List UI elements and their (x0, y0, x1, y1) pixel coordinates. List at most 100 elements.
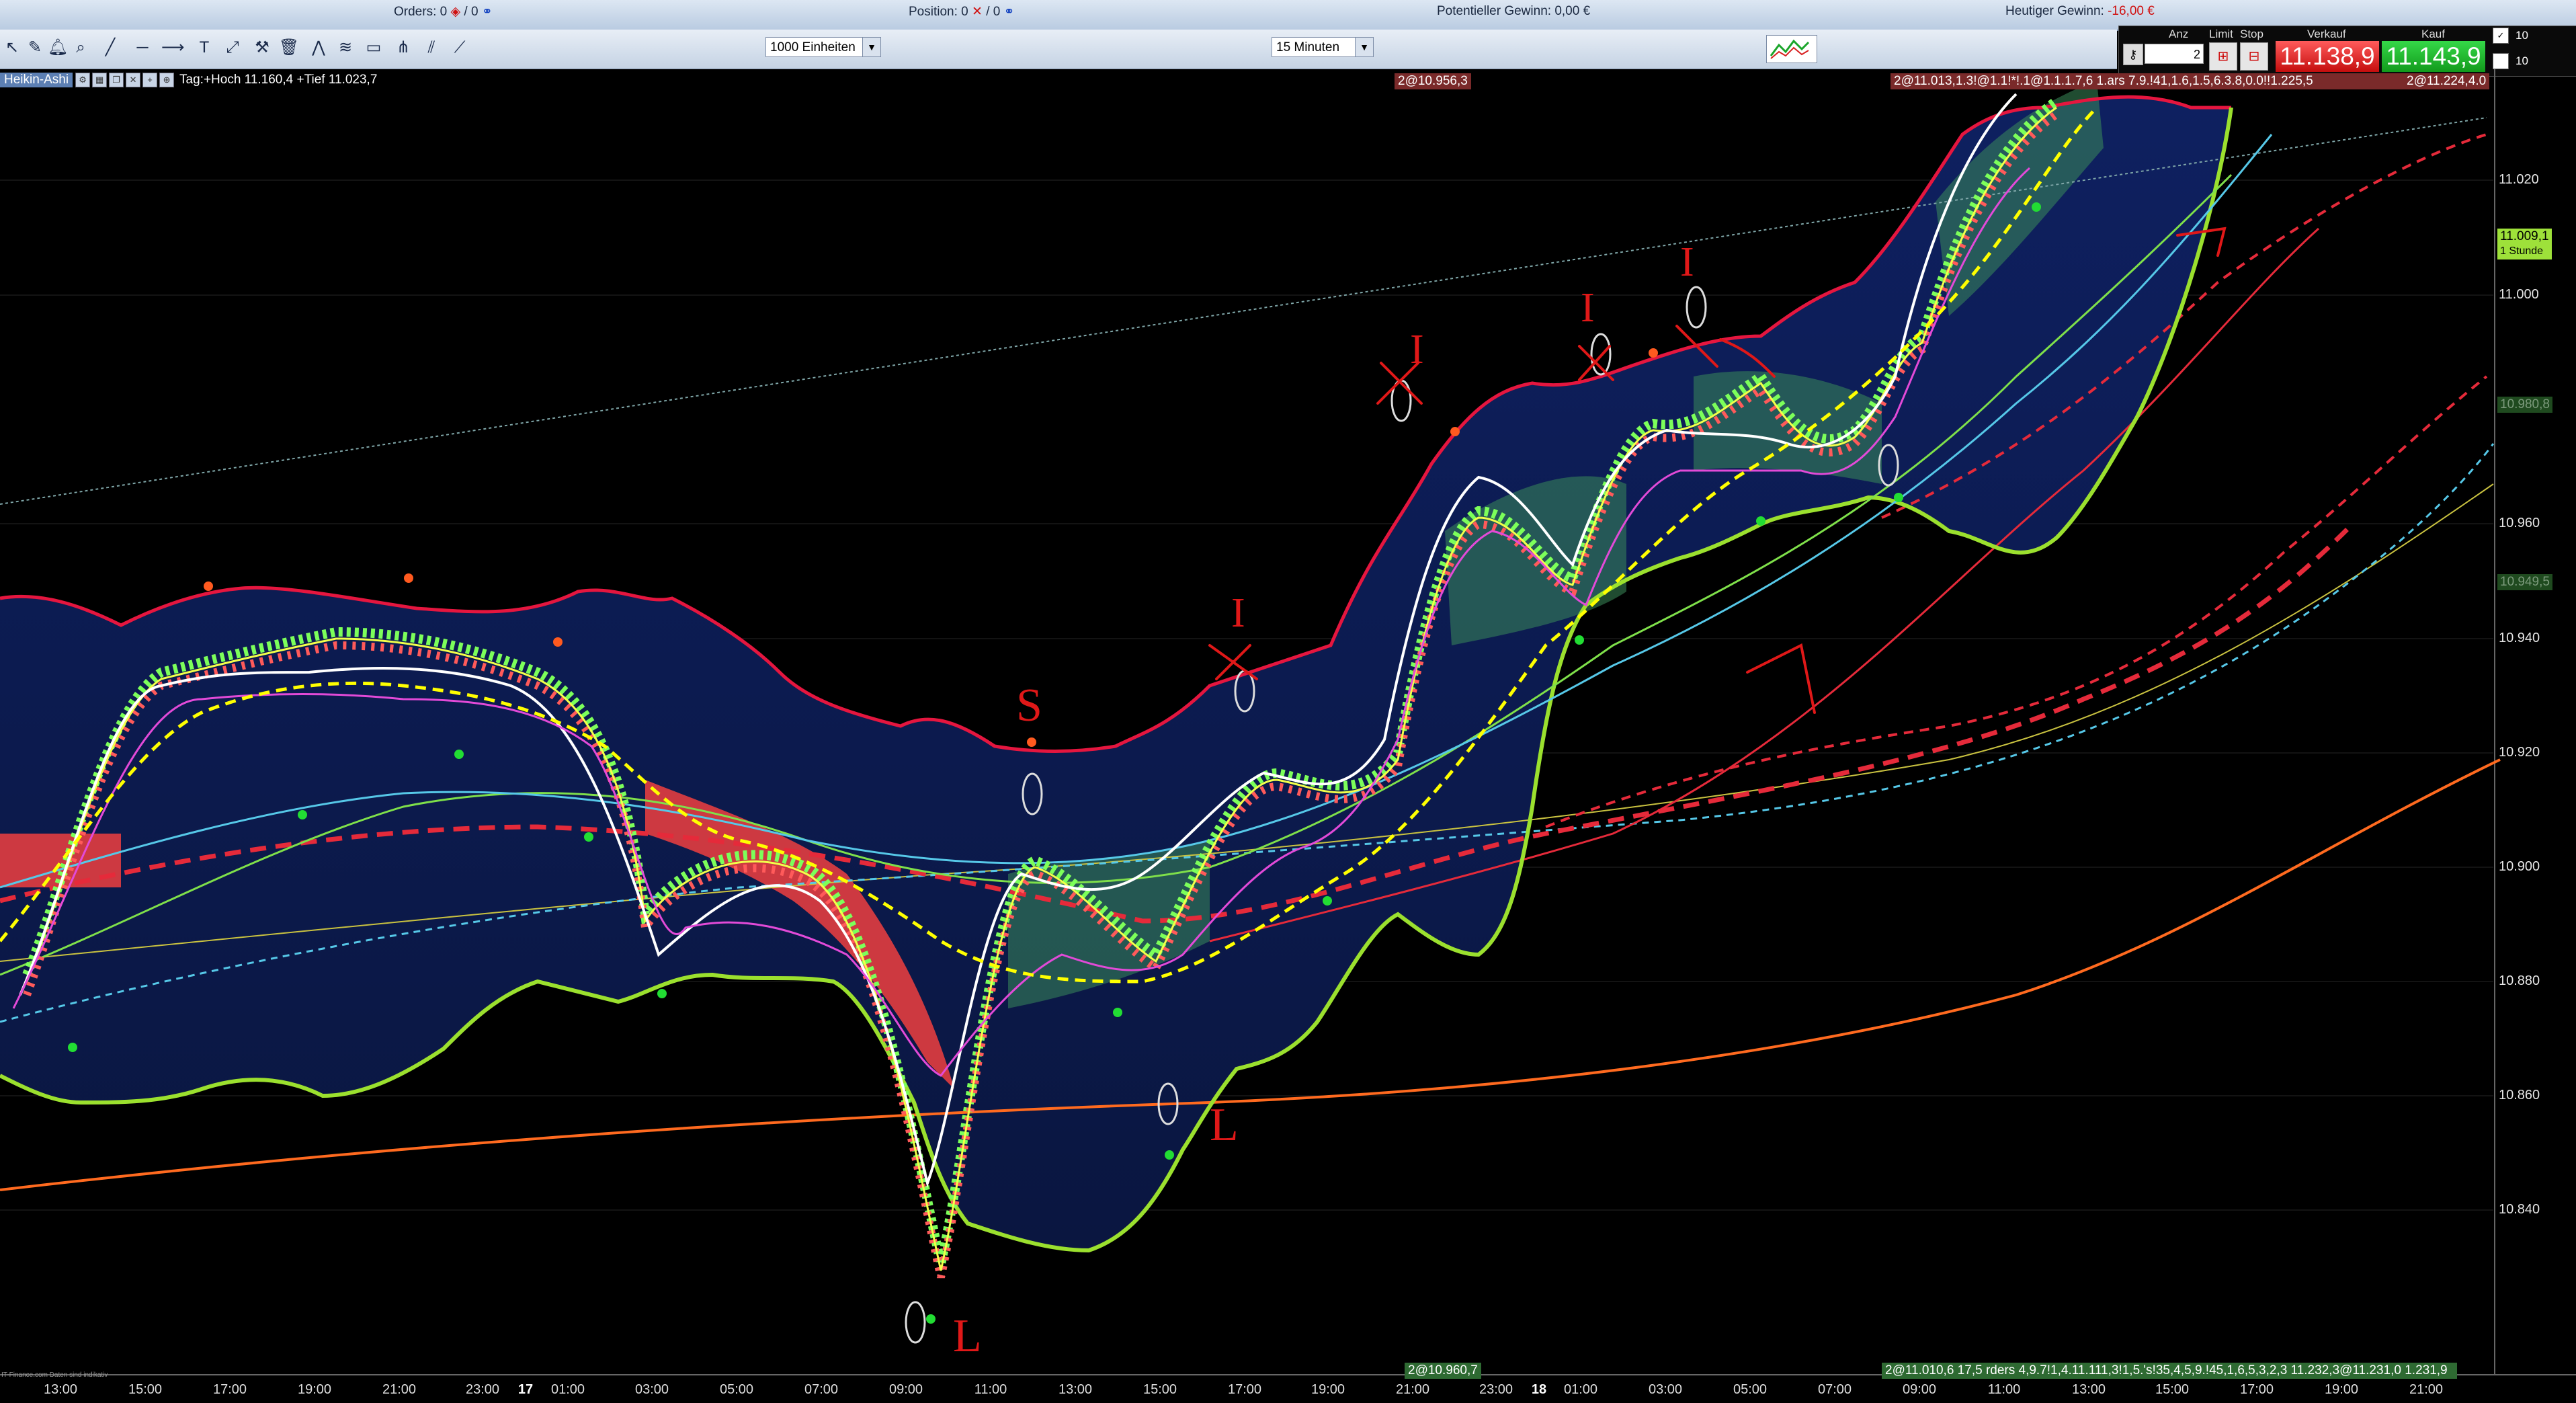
rectangle-icon[interactable]: ▭ (363, 36, 384, 59)
text-tool-icon[interactable]: T (194, 36, 215, 59)
time-label: 01:00 (1563, 1382, 1598, 1397)
time-label: 19:00 (297, 1382, 332, 1397)
time-label: 19:00 (2324, 1382, 2359, 1397)
horizontal-line-icon[interactable]: ─ (132, 36, 153, 59)
timeframe-select[interactable]: 15 Minuten ▼ (1272, 37, 1374, 57)
time-label: 19:00 (1311, 1382, 1345, 1397)
channel-icon[interactable]: ⫽ (421, 36, 442, 59)
link-icon: ⚭ (1003, 5, 1015, 19)
time-label: 13:00 (1058, 1382, 1093, 1397)
sell-label: Verkauf (2307, 28, 2346, 40)
fibonacci-icon[interactable]: ≋ (335, 36, 356, 59)
potential-profit-value: 0,00 € (1554, 4, 1591, 18)
position-count: 0 (961, 5, 968, 19)
time-label: 15:00 (128, 1382, 163, 1397)
checkbox-icon[interactable]: ✓ (2493, 28, 2509, 44)
chart-toolbar: ↖ ✎ 🔔︎ ⌕ ╱ ─ ⟶ T ⤢ ⚒ 🗑︎ ⋀ ≋ ▭ ⋔ ⫽ ⟋ 1000… (0, 30, 2117, 69)
mini-value-top: 10 (2516, 29, 2528, 42)
limit-order-button[interactable]: ⊞ (2209, 42, 2237, 71)
annotation-L: L (953, 1310, 982, 1362)
time-label: 03:00 (634, 1382, 669, 1397)
order-tag[interactable]: 2@10.960,7 (1405, 1363, 1481, 1379)
cursor-icon[interactable]: ↖ (1, 36, 23, 59)
pencil-icon[interactable]: ✎ (24, 36, 46, 59)
price-chart[interactable]: S I I I I L L (0, 69, 2576, 1403)
price-label: 10.900 (2499, 859, 2540, 874)
time-label: 15:00 (1142, 1382, 1177, 1397)
chevron-down-icon: ▼ (1355, 38, 1373, 56)
today-profit-value: -16,00 € (2108, 4, 2155, 18)
limit-label: Limit (2209, 28, 2233, 40)
time-label: 11:00 (1987, 1382, 2021, 1397)
time-label: 21:00 (1395, 1382, 1430, 1397)
ray-icon[interactable]: ⟶ (161, 36, 184, 59)
stop-order-button[interactable]: ⊟ (2240, 42, 2268, 71)
time-label: 11:00 (974, 1382, 1007, 1397)
chart-style-button[interactable] (1766, 35, 1817, 63)
time-label: 17:00 (1227, 1382, 1262, 1397)
annotation-I: I (1231, 590, 1245, 636)
pattern-icon[interactable]: ⋀ (308, 36, 329, 59)
annotation-I: I (1581, 285, 1595, 331)
time-label: 03:00 (1648, 1382, 1683, 1397)
order-tag[interactable]: 2@11.010,6 17,5 rders 4,9.7!1,4.11.111,3… (1882, 1363, 2457, 1379)
time-label: 07:00 (804, 1382, 839, 1397)
price-label: 10.880 (2499, 973, 2540, 988)
measure-icon[interactable]: ⤢ (222, 36, 243, 59)
time-label: 13:00 (2071, 1382, 2106, 1397)
position-icon: ✕ (972, 5, 983, 19)
order-tag[interactable]: 2@11.224,4.0 (2403, 73, 2490, 89)
time-label: 05:00 (1733, 1382, 1768, 1397)
zoom-icon[interactable]: ⌕ (70, 36, 91, 59)
price-label: 10.840 (2499, 1202, 2540, 1217)
quantity-input[interactable]: 2 (2145, 44, 2204, 64)
orders-icon: ◈ (450, 5, 461, 19)
today-profit: Heutiger Gewinn: -16,00 € (2005, 4, 2155, 18)
chevron-down-icon: ▼ (862, 38, 880, 56)
trash-icon[interactable]: 🗑︎ (278, 36, 300, 59)
sell-button[interactable]: 11.138,9 (2276, 41, 2379, 72)
trendline-icon[interactable]: ╱ (99, 36, 121, 59)
time-label: 09:00 (888, 1382, 923, 1397)
checkbox-empty[interactable] (2493, 53, 2509, 69)
time-label: 17:00 (2239, 1382, 2274, 1397)
tools-icon[interactable]: ⚒ (251, 36, 273, 59)
key-icon[interactable]: ⚷ (2123, 44, 2143, 65)
annotation-I: I (1410, 327, 1424, 372)
annotation-L: L (1210, 1099, 1239, 1151)
time-label: 07:00 (1817, 1382, 1852, 1397)
order-tag[interactable]: 2@11.013,1.3!@1.1!*!.1@1.1.1.7,6 1.ars 7… (1891, 73, 2405, 89)
price-label: 10.860 (2499, 1088, 2540, 1103)
orders-count: 0 (440, 5, 448, 19)
potential-profit: Potentieller Gewinn: 0,00 € (1437, 4, 1591, 18)
time-label: 17:00 (212, 1382, 247, 1397)
annotation-I: I (1680, 239, 1694, 285)
indicator-price-marker: 10.949,5 (2497, 574, 2552, 590)
time-label: 15:00 (2155, 1382, 2190, 1397)
order-tag[interactable]: 2@10.956,3 (1395, 73, 1471, 89)
units-select[interactable]: 1000 Einheiten ▼ (765, 37, 881, 57)
price-label: 10.940 (2499, 631, 2540, 645)
mini-value-bottom: 10 (2516, 54, 2528, 67)
time-label: 13:00 (43, 1382, 78, 1397)
time-label: 01:00 (550, 1382, 585, 1397)
indicator-price-marker: 10.980,8 (2497, 397, 2552, 413)
link-icon: ⚭ (481, 5, 493, 19)
time-label: 09:00 (1902, 1382, 1937, 1397)
time-label: 21:00 (2409, 1382, 2444, 1397)
time-label: 23:00 (465, 1382, 500, 1397)
buy-button[interactable]: 11.143,9 (2382, 41, 2485, 72)
current-price-marker: 11.009,1 1 Stunde (2497, 229, 2552, 259)
chart-style-icon (1770, 39, 1810, 59)
pitchfork-icon[interactable]: ⋔ (392, 36, 414, 59)
orders-status: Orders: 0 ◈ / 0 ⚭ (394, 5, 493, 19)
anz-label: Anz (2169, 28, 2189, 40)
price-label: 10.920 (2499, 745, 2540, 760)
time-label: 05:00 (719, 1382, 754, 1397)
bell-icon[interactable]: 🔔︎ (47, 36, 69, 59)
annotation-S: S (1016, 680, 1042, 731)
draw-line-icon[interactable]: ⟋ (449, 36, 470, 59)
data-disclaimer: IT-Finance.com Daten sind indikativ (1, 1371, 108, 1379)
price-label: 11.000 (2499, 287, 2539, 302)
buy-label: Kauf (2421, 28, 2445, 40)
